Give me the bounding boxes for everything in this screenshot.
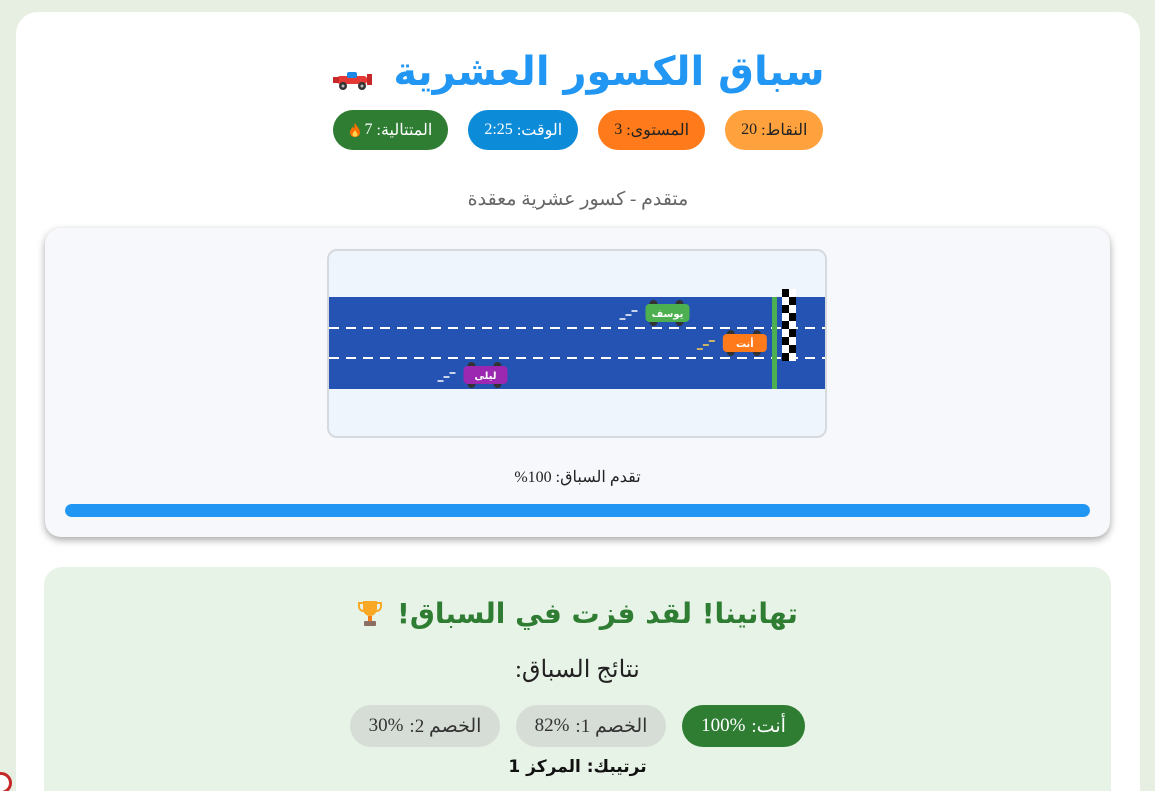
win-banner: تهانينا! لقد فزت في السباق! [44, 591, 1111, 635]
trophy-icon [358, 601, 383, 626]
streak-badge: المتتالية: 7 [332, 110, 449, 150]
fire-icon [349, 123, 360, 137]
rank-label: ترتيبك: [586, 757, 647, 777]
score-value: 20 [741, 121, 758, 138]
flag-square [789, 305, 796, 313]
level-badge: المستوى: 3 [598, 110, 706, 150]
game-title: سباق الكسور العشرية [393, 49, 825, 95]
flag-square [782, 353, 789, 361]
score-label: النقاط: [761, 122, 808, 139]
result-value: 30% [368, 715, 404, 736]
win-message: تهانينا! لقد فزت في السباق! [397, 596, 798, 630]
rank-value: المركز 1 [508, 757, 581, 777]
flag-square [782, 321, 789, 329]
results-title: نتائج السباق: [515, 657, 640, 683]
flag-square [782, 329, 789, 337]
title-row: سباق الكسور العشرية [16, 42, 1140, 102]
race-progress-label: تقدم السباق: 100% [514, 469, 641, 486]
result-panel: تهانينا! لقد فزت في السباق! نتائج السباق… [44, 567, 1111, 791]
car-name-label: أنت [736, 337, 754, 350]
rank-line: ترتيبك: المركز 1 [44, 757, 1111, 777]
flag-square [782, 289, 789, 297]
flag-square [782, 297, 789, 305]
result-label: الخصم 1: [575, 715, 648, 737]
result-you: أنت: 100% [682, 705, 805, 747]
flag-square [789, 353, 796, 361]
flag-square [782, 305, 789, 313]
result-label: أنت: [751, 715, 786, 737]
flag-square [782, 313, 789, 321]
flag-square [782, 337, 789, 345]
time-label: الوقت: [516, 122, 563, 139]
corner-decoration [0, 772, 12, 791]
flag-square [789, 321, 796, 329]
result-value: 82% [534, 715, 570, 736]
result-label: الخصم 2: [409, 715, 482, 737]
streak-label: المتتالية: [376, 122, 433, 139]
race-progress-fill [65, 504, 1090, 517]
race-track: أنت يوسف ليلى [327, 249, 827, 438]
race-track-canvas: أنت يوسف ليلى [329, 289, 825, 389]
flag-square [782, 345, 789, 353]
result-opponent-2: الخصم 2: 30% [350, 705, 500, 747]
car-name-label: ليلى [474, 371, 496, 382]
time-value: 2:25 [484, 121, 513, 138]
flag-square [789, 313, 796, 321]
race-car-icon [333, 72, 373, 90]
stats-bar: النقاط: 20 المستوى: 3 الوقت: 2:25 المتتا… [16, 110, 1140, 150]
difficulty-subtitle: متقدم - كسور عشرية معقدة [467, 189, 689, 210]
streak-value: 7 [364, 121, 373, 138]
result-value: 100% [701, 715, 746, 736]
score-badge: النقاط: 20 [725, 110, 824, 150]
car-name-label: يوسف [652, 309, 684, 320]
game-container: سباق الكسور العشرية النقاط: 20 المستوى: … [16, 12, 1140, 791]
flag-square [789, 345, 796, 353]
time-badge: الوقت: 2:25 [468, 110, 579, 150]
checkered-flag [782, 289, 796, 361]
flag-square [789, 297, 796, 305]
results-list: أنت: 100% الخصم 1: 82% الخصم 2: 30% [44, 705, 1111, 747]
flag-square [789, 329, 796, 337]
level-value: 3 [614, 121, 623, 138]
flag-square [789, 337, 796, 345]
flag-square [789, 289, 796, 297]
level-label: المستوى: [626, 122, 690, 139]
finish-line [772, 297, 777, 389]
race-progress-bar [65, 504, 1090, 517]
result-opponent-1: الخصم 1: 82% [516, 705, 666, 747]
race-panel: أنت يوسف ليلى تقدم السباق: 100% [45, 228, 1110, 537]
